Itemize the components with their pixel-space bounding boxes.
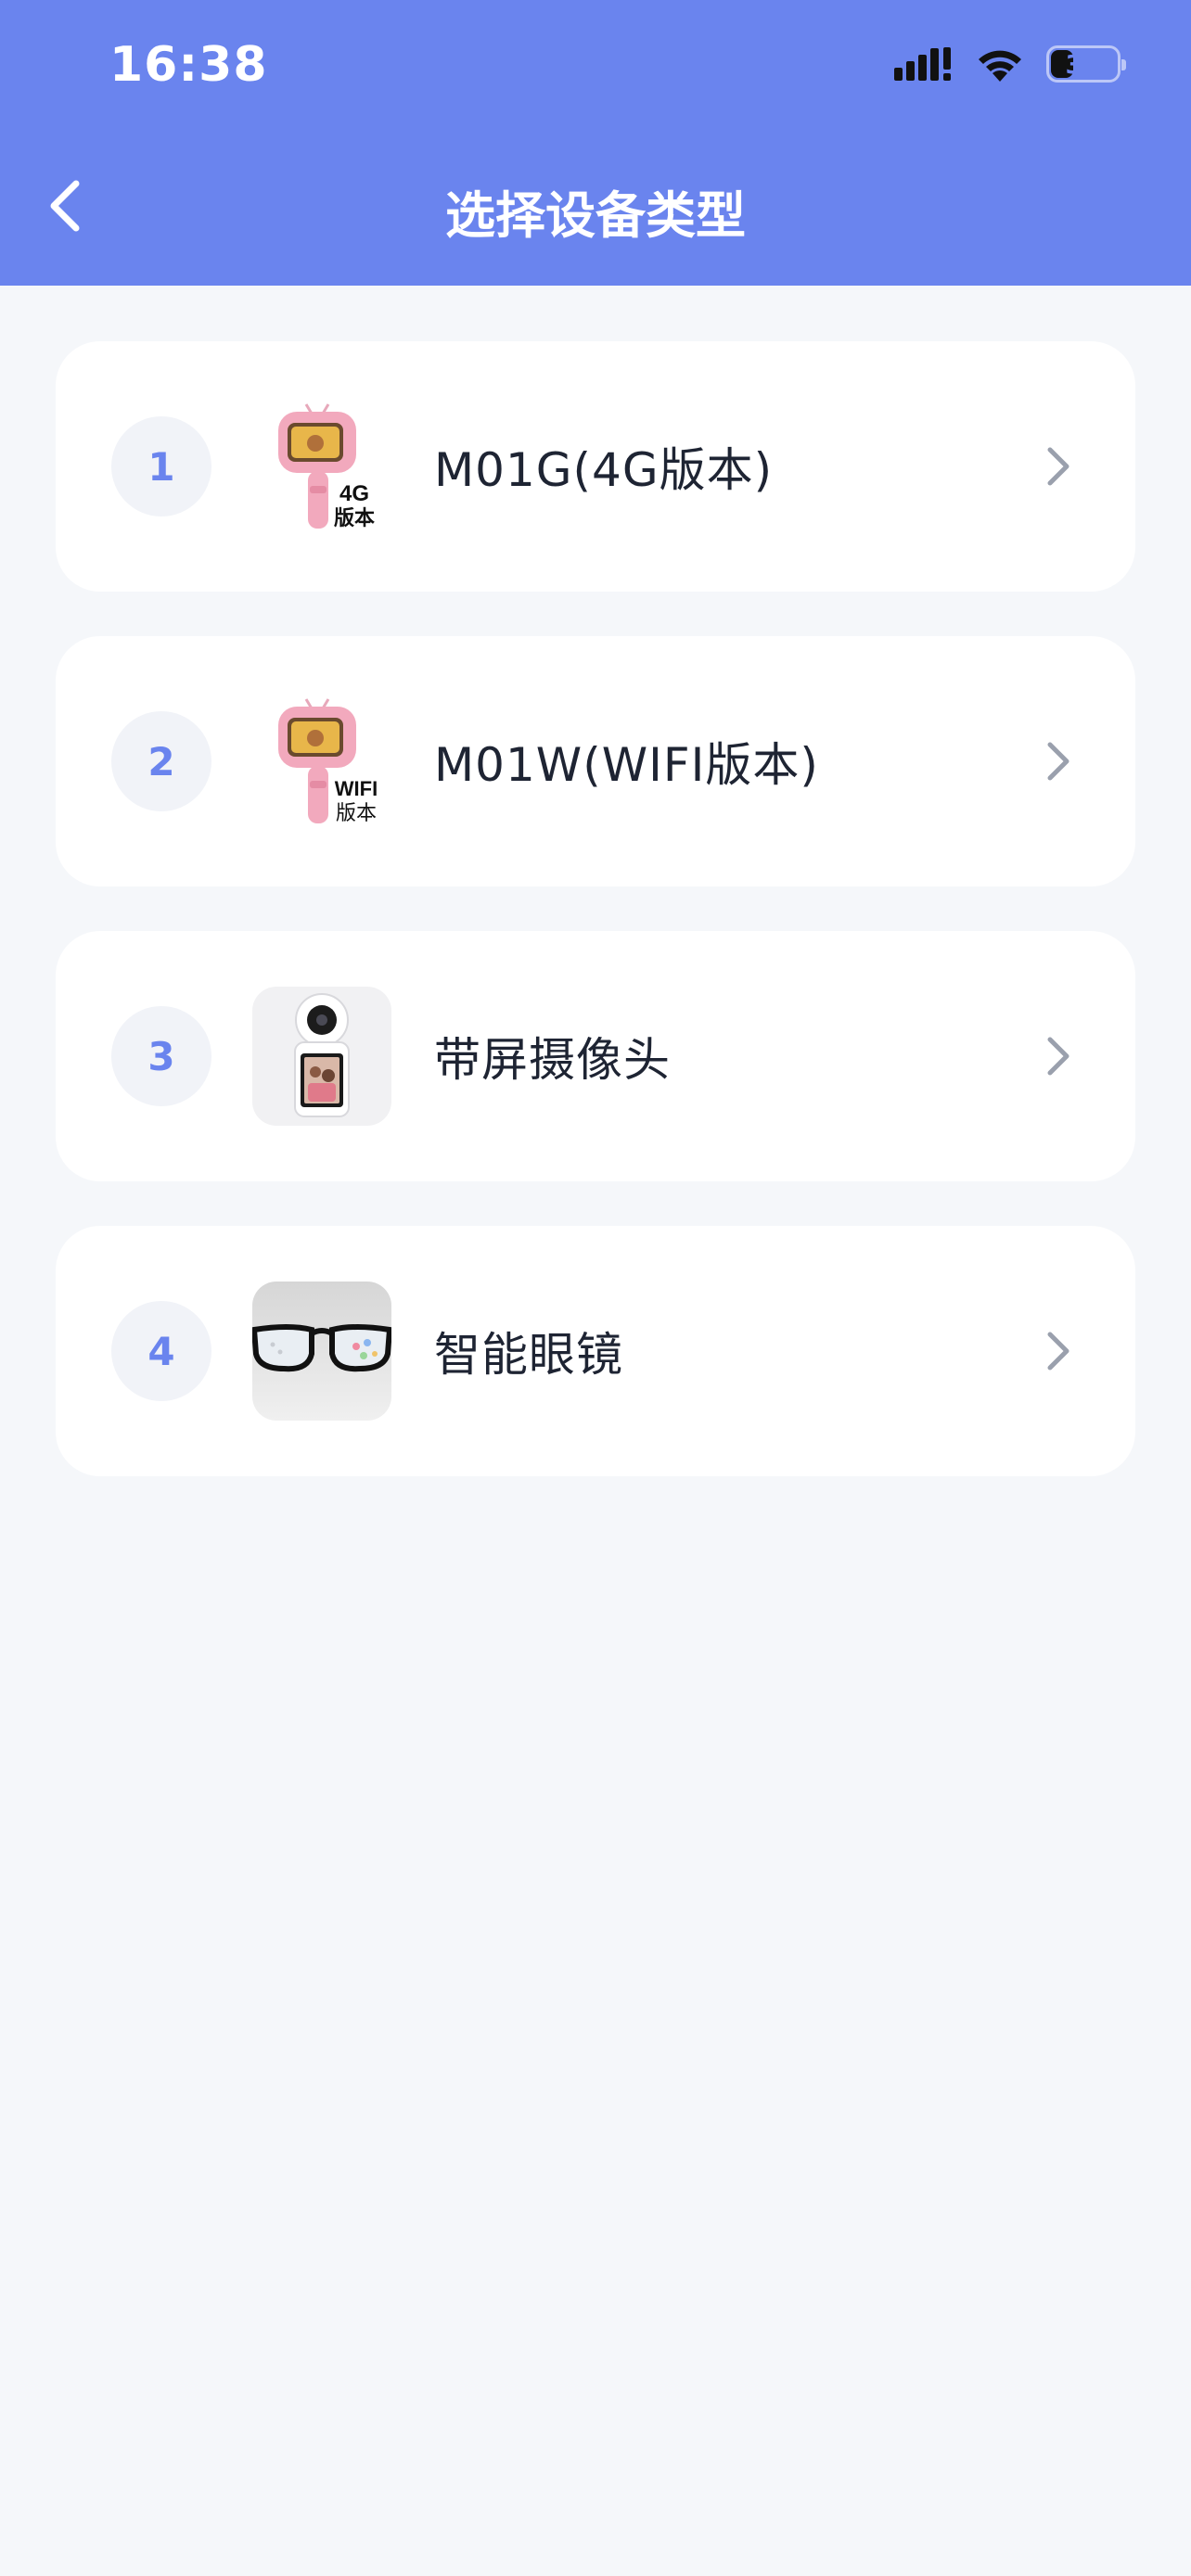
index-badge: 2 xyxy=(111,711,211,811)
cellular-signal-icon xyxy=(894,47,951,81)
smart-glasses-image xyxy=(252,1282,391,1421)
version-badge-top: WIFI xyxy=(335,777,378,800)
device-card-smart-glasses[interactable]: 4 智能眼镜 xyxy=(56,1226,1135,1476)
index-badge: 3 xyxy=(111,1006,211,1106)
device-name: 带屏摄像头 xyxy=(434,1033,671,1087)
app-header: 16:38 33 选择设备类型 xyxy=(0,0,1191,286)
wifi-icon xyxy=(979,50,1021,82)
status-icons: 33 xyxy=(894,45,1126,83)
device-type-list: 1 4G 版本 M01G(4G版本) 2 WIFI 版本 M01W(WIFI版本… xyxy=(56,341,1135,1521)
status-time: 16:38 xyxy=(109,37,268,93)
kids-camera-image: WIFI 版本 xyxy=(252,692,391,831)
battery-percent: 33 xyxy=(1065,48,1102,80)
index-badge: 4 xyxy=(111,1301,211,1401)
device-card-screen-camera[interactable]: 3 带屏摄像头 xyxy=(56,931,1135,1181)
version-badge-top: 4G xyxy=(339,481,369,506)
device-card-m01g[interactable]: 1 4G 版本 M01G(4G版本) xyxy=(56,341,1135,592)
battery-indicator: 33 xyxy=(1046,45,1126,83)
version-badge-bottom: 版本 xyxy=(334,507,375,530)
device-name: M01G(4G版本) xyxy=(434,443,774,497)
chevron-right-icon xyxy=(1047,1332,1069,1371)
device-card-m01w[interactable]: 2 WIFI 版本 M01W(WIFI版本) xyxy=(56,636,1135,886)
page-title: 选择设备类型 xyxy=(445,186,746,245)
chevron-right-icon xyxy=(1047,742,1069,781)
version-badge-bottom: 版本 xyxy=(336,802,377,825)
screen-camera-image xyxy=(252,987,391,1126)
device-name: 智能眼镜 xyxy=(434,1328,623,1382)
chevron-right-icon xyxy=(1047,447,1069,486)
device-name: M01W(WIFI版本) xyxy=(434,738,819,792)
chevron-right-icon xyxy=(1047,1037,1069,1076)
index-badge: 1 xyxy=(111,416,211,516)
kids-camera-image: 4G 版本 xyxy=(252,397,391,536)
